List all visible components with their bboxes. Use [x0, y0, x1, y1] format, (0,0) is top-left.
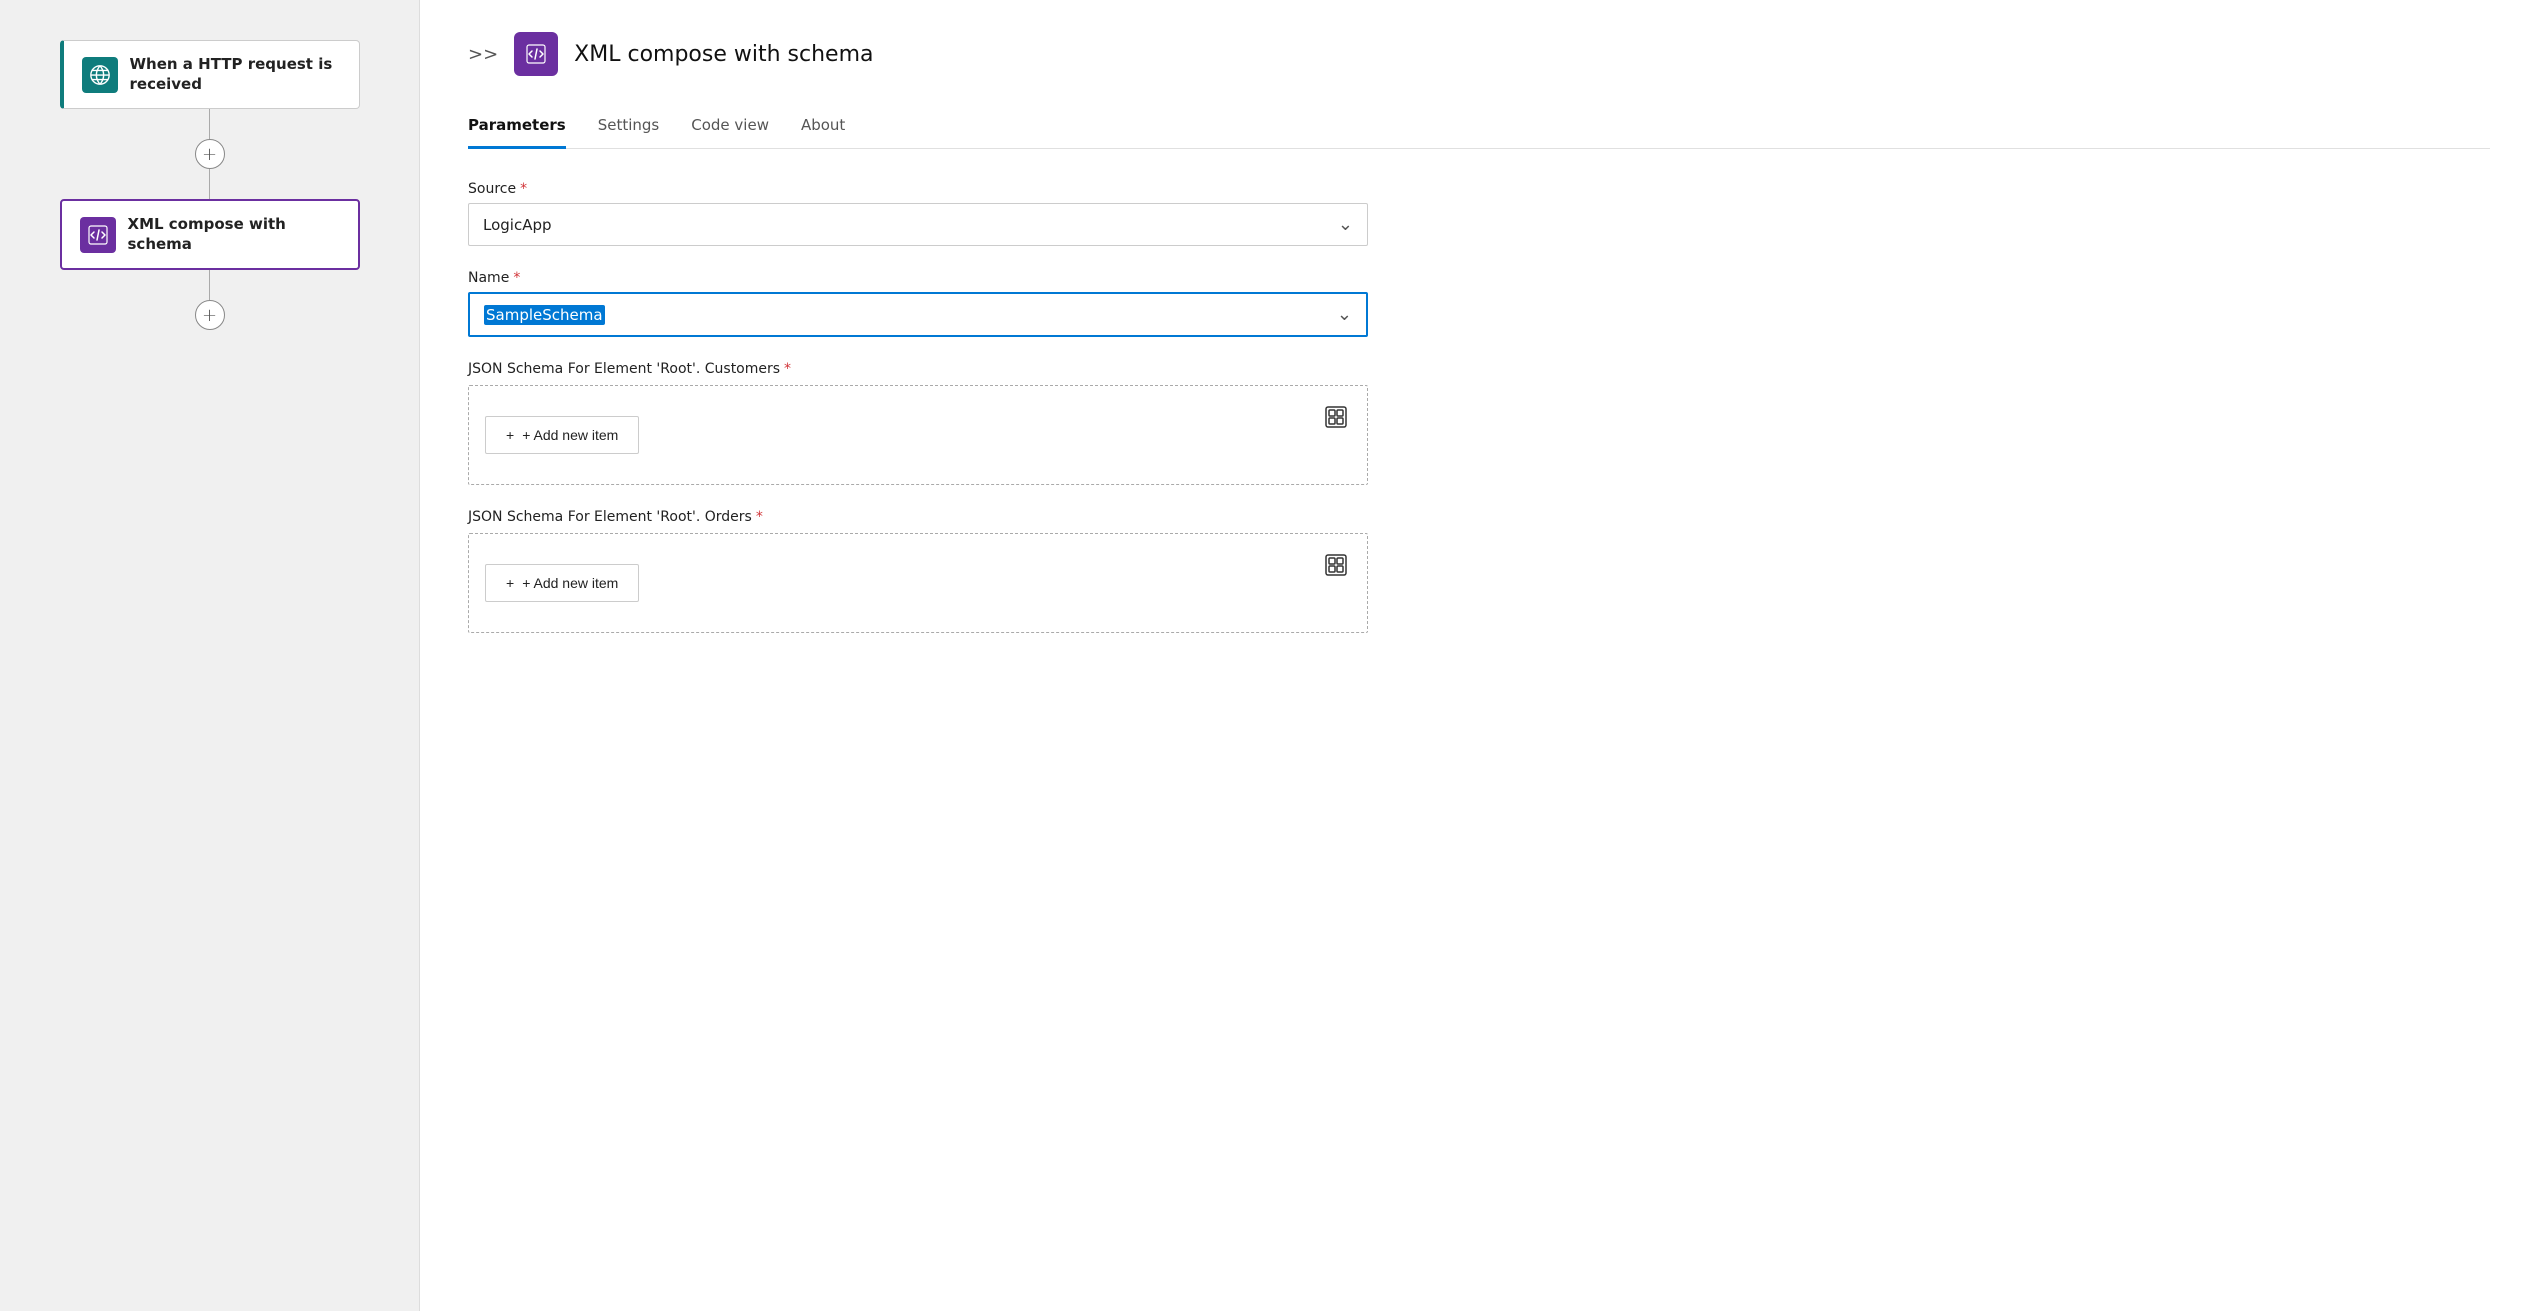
source-label: Source *	[468, 181, 2490, 197]
tab-parameters[interactable]: Parameters	[468, 108, 566, 149]
source-select[interactable]: LogicApp ⌄	[468, 203, 1368, 246]
xml-compose-label: XML compose with schema	[128, 215, 340, 254]
connector-line-after	[209, 270, 210, 300]
add-customer-item-button[interactable]: + + Add new item	[485, 416, 639, 454]
source-dropdown-arrow: ⌄	[1338, 214, 1353, 235]
add-customer-label: + Add new item	[522, 427, 618, 443]
schema-orders-label: JSON Schema For Element 'Root'. Orders *	[468, 509, 2490, 525]
schema-customers-label: JSON Schema For Element 'Root'. Customer…	[468, 361, 2490, 377]
name-label: Name *	[468, 270, 2490, 286]
http-trigger-label: When a HTTP request is received	[130, 55, 341, 94]
name-select[interactable]: SampleSchema ⌄	[468, 292, 1368, 337]
panel-title: XML compose with schema	[574, 42, 873, 67]
schema-orders-box: + + Add new item	[468, 533, 1368, 633]
name-field-group: Name * SampleSchema ⌄	[468, 270, 2490, 337]
source-value: LogicApp	[483, 216, 552, 234]
breadcrumb-chevrons: >>	[468, 44, 498, 65]
tab-settings[interactable]: Settings	[598, 108, 660, 149]
connector-line-top	[209, 109, 210, 139]
name-required-star: *	[513, 270, 520, 286]
http-trigger-icon	[82, 57, 118, 93]
xml-compose-node[interactable]: XML compose with schema	[60, 199, 360, 270]
schema-customers-template-icon[interactable]	[1321, 402, 1351, 438]
xml-compose-icon	[80, 217, 116, 253]
add-order-plus-icon: +	[506, 575, 514, 591]
name-value: SampleSchema	[484, 305, 605, 325]
tab-code-view[interactable]: Code view	[691, 108, 769, 149]
workflow-canvas: When a HTTP request is received + XML co…	[0, 0, 420, 1311]
add-between-button[interactable]: +	[195, 139, 225, 169]
schema-customers-required-star: *	[784, 361, 791, 377]
connector-top: +	[195, 109, 225, 199]
connector-line-bottom	[209, 169, 210, 199]
schema-orders-template-icon[interactable]	[1321, 550, 1351, 586]
add-after-button[interactable]: +	[195, 300, 225, 330]
source-field-group: Source * LogicApp ⌄	[468, 181, 2490, 246]
schema-customers-box: + + Add new item	[468, 385, 1368, 485]
schema-orders-section: JSON Schema For Element 'Root'. Orders *…	[468, 509, 2490, 633]
properties-panel: >> XML compose with schema Parameters Se…	[420, 0, 2538, 1311]
source-required-star: *	[520, 181, 527, 197]
tabs-container: Parameters Settings Code view About	[468, 108, 2490, 149]
tab-about[interactable]: About	[801, 108, 845, 149]
name-dropdown-arrow: ⌄	[1337, 304, 1352, 325]
panel-header-icon	[514, 32, 558, 76]
add-customer-plus-icon: +	[506, 427, 514, 443]
add-order-label: + Add new item	[522, 575, 618, 591]
schema-orders-required-star: *	[756, 509, 763, 525]
add-order-item-button[interactable]: + + Add new item	[485, 564, 639, 602]
panel-header: >> XML compose with schema	[468, 32, 2490, 76]
http-trigger-node[interactable]: When a HTTP request is received	[60, 40, 360, 109]
schema-customers-section: JSON Schema For Element 'Root'. Customer…	[468, 361, 2490, 485]
connector-bottom: +	[195, 270, 225, 330]
